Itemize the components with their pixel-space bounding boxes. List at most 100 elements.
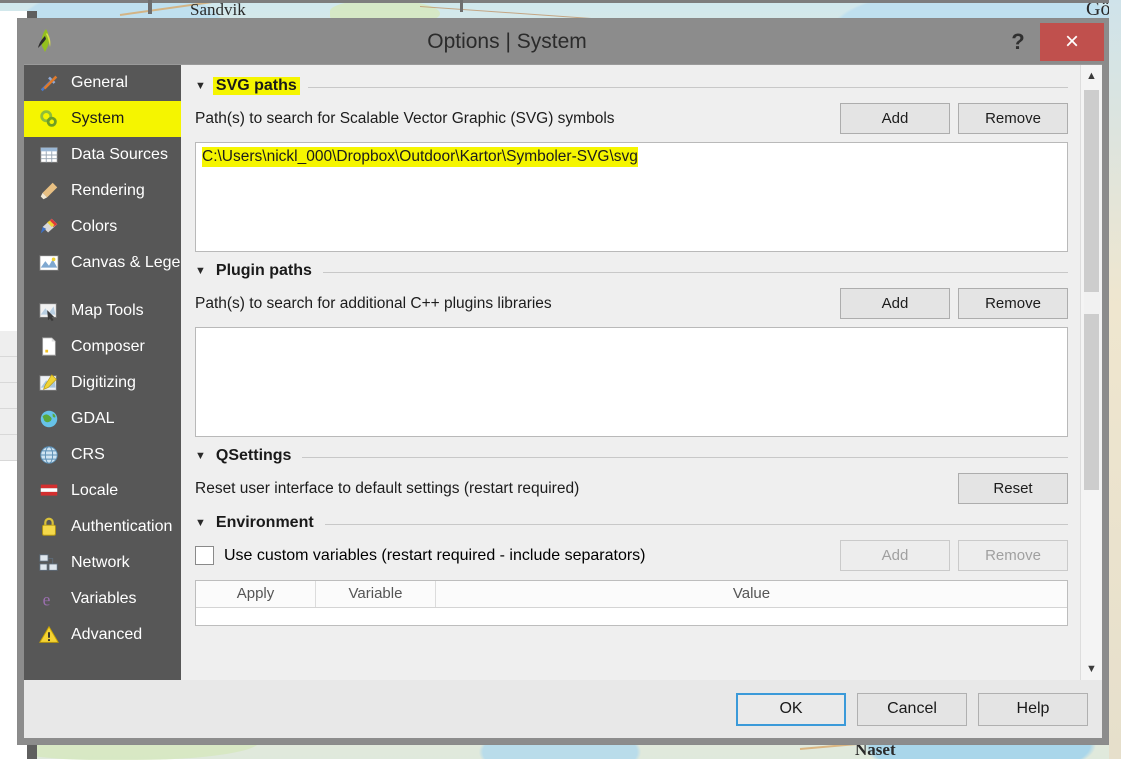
variables-icon: e bbox=[36, 588, 62, 610]
plugin-paths-buttons: Add Remove bbox=[840, 288, 1068, 319]
dialog-footer: OK Cancel Help bbox=[24, 680, 1102, 738]
titlebar-help-button[interactable]: ? bbox=[996, 22, 1040, 62]
header-rule bbox=[302, 457, 1068, 458]
svg-paths-list[interactable]: C:\Users\nickl_000\Dropbox\Outdoor\Karto… bbox=[195, 142, 1068, 252]
options-dialog: Options | System ? × General bbox=[17, 18, 1109, 745]
dialog-title: Options | System bbox=[18, 30, 996, 54]
svg-paths-description: Path(s) to search for Scalable Vector Gr… bbox=[195, 110, 615, 128]
environment-variables-table[interactable]: Apply Variable Value bbox=[195, 580, 1068, 626]
header-rule bbox=[323, 272, 1068, 273]
globe-green-icon bbox=[36, 408, 62, 430]
help-button[interactable]: Help bbox=[978, 693, 1088, 726]
sidebar-item-label: Authentication bbox=[71, 518, 172, 536]
environment-checkbox-row: Use custom variables (restart required -… bbox=[195, 540, 1068, 571]
scrollbar-thumb[interactable] bbox=[1084, 90, 1099, 490]
sidebar-item-colors[interactable]: Colors bbox=[24, 209, 181, 245]
collapse-triangle-icon[interactable]: ▼ bbox=[195, 517, 206, 529]
dialog-body: General System bbox=[24, 64, 1102, 680]
sidebar-item-locale[interactable]: Locale bbox=[24, 473, 181, 509]
sidebar-item-system[interactable]: System bbox=[24, 101, 181, 137]
table-header-variable: Variable bbox=[316, 581, 436, 607]
sidebar-item-label: General bbox=[71, 74, 128, 92]
canvas-icon bbox=[36, 252, 62, 274]
svg-paths-remove-button[interactable]: Remove bbox=[958, 103, 1068, 134]
section-title: Plugin paths bbox=[213, 262, 315, 280]
plugin-paths-list[interactable] bbox=[195, 327, 1068, 437]
gears-icon bbox=[36, 108, 62, 130]
color-brush-icon bbox=[36, 216, 62, 238]
scroll-up-arrow-icon[interactable]: ▲ bbox=[1081, 65, 1103, 87]
section-plugin-paths: ▼ Plugin paths Path(s) to search for add… bbox=[195, 262, 1068, 437]
sidebar-item-crs[interactable]: CRS bbox=[24, 437, 181, 473]
sidebar-item-canvas-legend[interactable]: Canvas & Legen bbox=[24, 245, 181, 281]
sidebar-spacer bbox=[24, 281, 181, 293]
map-panel-edge bbox=[460, 0, 463, 12]
page-icon bbox=[36, 336, 62, 358]
lock-icon bbox=[36, 516, 62, 538]
svg-text:e: e bbox=[43, 589, 51, 609]
section-qsettings: ▼ QSettings Reset user interface to defa… bbox=[195, 447, 1068, 504]
sidebar-item-map-tools[interactable]: Map Tools bbox=[24, 293, 181, 329]
section-header-qsettings[interactable]: ▼ QSettings bbox=[195, 447, 1068, 465]
environment-remove-button[interactable]: Remove bbox=[958, 540, 1068, 571]
environment-add-button[interactable]: Add bbox=[840, 540, 950, 571]
sidebar-item-variables[interactable]: e Variables bbox=[24, 581, 181, 617]
globe-wire-icon bbox=[36, 444, 62, 466]
svg-paths-buttons: Add Remove bbox=[840, 103, 1068, 134]
collapse-triangle-icon[interactable]: ▼ bbox=[195, 80, 206, 92]
sidebar-item-label: Advanced bbox=[71, 626, 142, 644]
section-title: Environment bbox=[213, 514, 317, 532]
content-scrollbar[interactable]: ▲ ▼ bbox=[1080, 65, 1102, 680]
plugin-paths-remove-button[interactable]: Remove bbox=[958, 288, 1068, 319]
sidebar-item-label: Rendering bbox=[71, 182, 145, 200]
sidebar-item-label: Composer bbox=[71, 338, 145, 356]
sidebar-item-label: Digitizing bbox=[71, 374, 136, 392]
sidebar-item-general[interactable]: General bbox=[24, 65, 181, 101]
plugin-paths-add-button[interactable]: Add bbox=[840, 288, 950, 319]
svg-path-entry[interactable]: C:\Users\nickl_000\Dropbox\Outdoor\Karto… bbox=[202, 147, 638, 167]
qsettings-controls-row: Reset user interface to default settings… bbox=[195, 473, 1068, 504]
tools-icon bbox=[36, 72, 62, 94]
sidebar-item-network[interactable]: Network bbox=[24, 545, 181, 581]
header-rule bbox=[325, 524, 1068, 525]
sidebar-item-label: CRS bbox=[71, 446, 105, 464]
collapse-triangle-icon[interactable]: ▼ bbox=[195, 450, 206, 462]
ok-button[interactable]: OK bbox=[736, 693, 846, 726]
sidebar-item-label: Colors bbox=[71, 218, 117, 236]
scroll-down-arrow-icon[interactable]: ▼ bbox=[1081, 658, 1103, 680]
dialog-titlebar: Options | System ? × bbox=[18, 19, 1108, 64]
section-header-plugin-paths[interactable]: ▼ Plugin paths bbox=[195, 262, 1068, 280]
sidebar-item-digitizing[interactable]: Digitizing bbox=[24, 365, 181, 401]
map-label-sandvik: Sandvik bbox=[190, 0, 246, 20]
qsettings-reset-button[interactable]: Reset bbox=[958, 473, 1068, 504]
scrollbar-track[interactable] bbox=[1084, 87, 1099, 658]
brush-icon bbox=[36, 180, 62, 202]
scrollbar-marker bbox=[1084, 292, 1100, 314]
section-header-svg-paths[interactable]: ▼ SVG paths bbox=[195, 77, 1068, 95]
svg-paths-add-button[interactable]: Add bbox=[840, 103, 950, 134]
close-icon[interactable]: × bbox=[1040, 23, 1104, 61]
map-panel-edge bbox=[148, 0, 152, 14]
sidebar-item-authentication[interactable]: Authentication bbox=[24, 509, 181, 545]
map-cursor-icon bbox=[36, 300, 62, 322]
sidebar-item-composer[interactable]: Composer bbox=[24, 329, 181, 365]
cancel-button[interactable]: Cancel bbox=[857, 693, 967, 726]
sidebar-item-data-sources[interactable]: Data Sources bbox=[24, 137, 181, 173]
sidebar-item-label: Data Sources bbox=[71, 146, 168, 164]
qgis-logo-icon bbox=[32, 27, 60, 55]
environment-checkbox-group[interactable]: Use custom variables (restart required -… bbox=[195, 546, 646, 565]
network-icon bbox=[36, 552, 62, 574]
sidebar-item-advanced[interactable]: Advanced bbox=[24, 617, 181, 653]
sidebar-item-rendering[interactable]: Rendering bbox=[24, 173, 181, 209]
map-top-border bbox=[0, 0, 1121, 3]
table-header-row: Apply Variable Value bbox=[196, 581, 1067, 608]
sidebar-item-gdal[interactable]: GDAL bbox=[24, 401, 181, 437]
use-custom-variables-checkbox[interactable] bbox=[195, 546, 214, 565]
pencil-icon bbox=[36, 372, 62, 394]
header-rule bbox=[308, 87, 1068, 88]
sidebar-item-label: Map Tools bbox=[71, 302, 144, 320]
table-header-value: Value bbox=[436, 581, 1067, 607]
environment-buttons: Add Remove bbox=[840, 540, 1068, 571]
section-header-environment[interactable]: ▼ Environment bbox=[195, 514, 1068, 532]
collapse-triangle-icon[interactable]: ▼ bbox=[195, 265, 206, 277]
